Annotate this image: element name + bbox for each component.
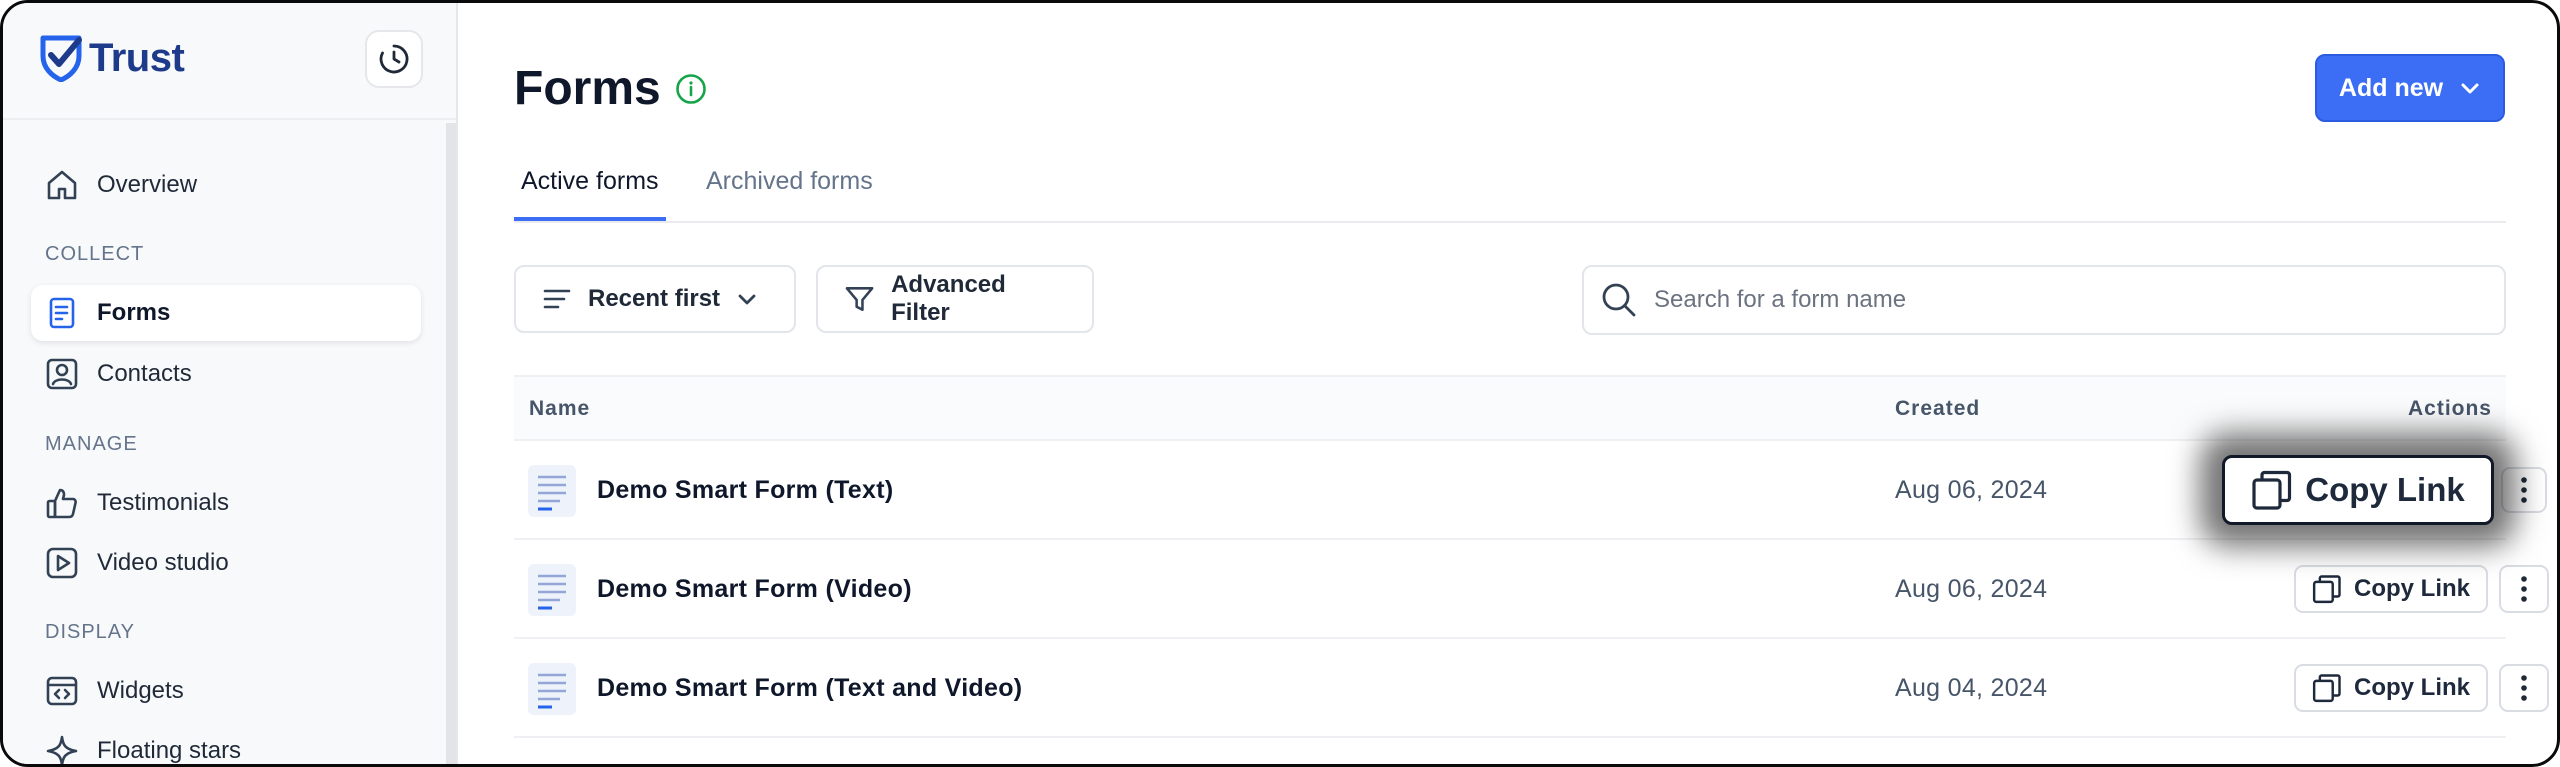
chevron-down-icon <box>738 294 756 305</box>
brand-logo[interactable]: Trust <box>39 33 185 83</box>
copy-link-button[interactable]: Copy Link <box>2222 455 2494 525</box>
search-box <box>1582 265 2506 335</box>
add-new-label: Add new <box>2338 73 2444 102</box>
sparkle-icon <box>46 735 78 764</box>
copy-link-button[interactable]: Copy Link <box>2294 565 2488 613</box>
table-row[interactable]: Demo Smart Form (Text) Aug 06, 2024 Copy… <box>514 441 2547 540</box>
sidebar-divider <box>3 118 456 120</box>
sidebar-item-contacts[interactable]: Contacts <box>31 346 421 402</box>
forms-tabs: Active forms Archived forms <box>514 153 2506 223</box>
thumbs-up-icon <box>46 488 77 519</box>
row-more-actions-button[interactable] <box>2499 565 2549 613</box>
sidebar-item-label: Floating stars <box>97 737 242 764</box>
clock-history-icon <box>379 44 409 74</box>
form-created-date: Aug 06, 2024 <box>1895 476 2048 504</box>
shield-check-icon <box>40 35 82 82</box>
copy-link-label: Copy Link <box>2305 471 2465 508</box>
code-window-icon <box>46 676 78 706</box>
row-more-actions-button[interactable] <box>2499 664 2549 712</box>
column-header-actions: Actions <box>2407 397 2492 420</box>
main-content: Forms Add new Active forms Archived form… <box>458 3 2557 764</box>
sidebar-item-label: Video studio <box>97 549 229 576</box>
form-created-date: Aug 06, 2024 <box>1895 575 2048 603</box>
table-row[interactable]: Demo Smart Form (Video) Aug 06, 2024 Cop… <box>514 540 2549 639</box>
sidebar-item-label: Contacts <box>97 360 192 387</box>
kebab-menu-icon <box>2521 576 2527 602</box>
filter-label: Advanced Filter <box>891 271 1006 326</box>
form-name[interactable]: Demo Smart Form (Text) <box>597 476 893 505</box>
section-label-display: DISPLAY <box>45 621 135 643</box>
sort-label: Recent first <box>588 285 721 312</box>
form-created-date: Aug 04, 2024 <box>1895 674 2048 702</box>
sidebar-item-floating-stars[interactable]: Floating stars <box>31 723 421 764</box>
copy-link-button[interactable]: Copy Link <box>2294 664 2488 712</box>
page-title: Forms <box>514 62 661 115</box>
form-name[interactable]: Demo Smart Form (Text and Video) <box>597 674 1022 703</box>
forms-table: Name Created Actions Demo Smart Form (Te… <box>514 375 2549 738</box>
sidebar-item-widgets[interactable]: Widgets <box>31 663 421 719</box>
sidebar: Trust Overview COLLECT Forms Contacts MA… <box>3 3 458 764</box>
sidebar-item-overview[interactable]: Overview <box>31 157 421 213</box>
form-document-icon <box>49 297 75 329</box>
form-document-icon <box>528 465 576 517</box>
tab-archived-forms[interactable]: Archived forms <box>699 167 880 221</box>
sidebar-item-label: Forms <box>97 299 171 326</box>
sidebar-item-video-studio[interactable]: Video studio <box>31 535 421 591</box>
advanced-filter-button[interactable]: Advanced Filter <box>816 265 1094 333</box>
sidebar-item-forms[interactable]: Forms <box>31 285 421 341</box>
history-button[interactable] <box>365 30 423 88</box>
form-name[interactable]: Demo Smart Form (Video) <box>597 575 912 604</box>
home-icon <box>47 170 77 200</box>
sort-dropdown[interactable]: Recent first <box>514 265 796 333</box>
column-header-created[interactable]: Created <box>1895 397 1980 421</box>
play-square-icon <box>46 547 78 579</box>
brand-name: Trust <box>89 35 185 80</box>
copy-icon <box>2312 674 2341 703</box>
copy-icon <box>2312 575 2341 604</box>
info-icon[interactable] <box>675 73 707 105</box>
copy-link-label: Copy Link <box>2353 575 2470 602</box>
table-header: Name Created Actions <box>514 375 2506 441</box>
sidebar-item-label: Overview <box>97 171 198 198</box>
table-row[interactable]: Demo Smart Form (Text and Video) Aug 04,… <box>514 639 2549 738</box>
kebab-menu-icon <box>2521 675 2527 701</box>
form-document-icon <box>528 564 576 616</box>
search-icon <box>1602 283 1636 317</box>
sidebar-item-label: Widgets <box>97 677 184 704</box>
copy-icon <box>2252 470 2292 510</box>
app-window: Trust Overview COLLECT Forms Contacts MA… <box>0 0 2560 767</box>
section-label-manage: MANAGE <box>45 433 138 455</box>
search-input[interactable] <box>1654 286 2474 314</box>
sidebar-item-label: Testimonials <box>97 489 230 516</box>
sidebar-scrollbar[interactable] <box>446 123 456 764</box>
sort-lines-icon <box>543 289 571 309</box>
form-document-icon <box>528 663 576 715</box>
filter-funnel-icon <box>845 287 874 311</box>
chevron-down-icon <box>2461 83 2479 94</box>
contact-card-icon <box>46 358 78 390</box>
tab-active-forms[interactable]: Active forms <box>514 167 666 221</box>
column-header-name[interactable]: Name <box>529 397 590 421</box>
row-more-actions-button[interactable] <box>2501 467 2547 513</box>
add-new-button[interactable]: Add new <box>2315 54 2505 122</box>
sidebar-item-testimonials[interactable]: Testimonials <box>31 475 421 531</box>
section-label-collect: COLLECT <box>45 243 145 265</box>
kebab-menu-icon <box>2521 477 2527 503</box>
copy-link-label: Copy Link <box>2353 674 2470 701</box>
